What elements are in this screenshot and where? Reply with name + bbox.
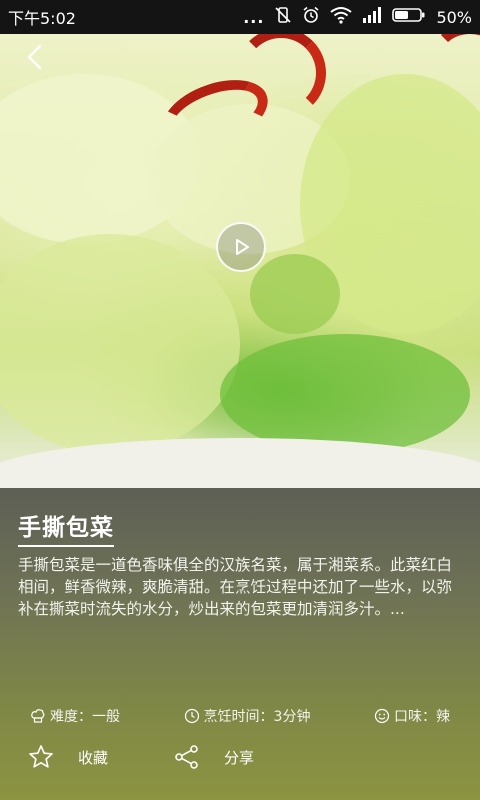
share-button[interactable]: 分享 xyxy=(174,744,254,770)
status-bar: 下午5:02 ... 50% xyxy=(0,0,480,34)
chef-hat-icon xyxy=(31,709,45,723)
taste-label: 口味：辣 xyxy=(393,709,450,725)
play-video-button[interactable] xyxy=(216,222,266,272)
cabbage-leaf xyxy=(220,334,470,454)
battery-icon xyxy=(392,7,426,27)
back-button[interactable] xyxy=(18,40,52,74)
clock-icon xyxy=(184,708,199,724)
back-chevron-icon xyxy=(27,44,42,70)
signal-icon xyxy=(362,7,382,27)
share-icon xyxy=(175,745,198,769)
cabbage-leaf xyxy=(250,254,340,334)
recipe-meta: 难度：一般 烹饪时间：3分钟 口味：辣 xyxy=(30,706,450,726)
recipe-info-panel: 手撕包菜 手撕包菜是一道色香味俱全的汉族名菜，属于湘菜系。此菜红白相间，鲜香微辣… xyxy=(0,488,480,800)
recipe-title: 手撕包菜 xyxy=(18,508,114,547)
notification-dots: ... xyxy=(243,7,265,27)
cook-time-label: 烹饪时间：3分钟 xyxy=(203,709,311,725)
wifi-icon xyxy=(330,6,353,28)
status-time: 下午5:02 xyxy=(8,9,76,28)
difficulty-info: 难度：一般 xyxy=(30,706,120,726)
cabbage-leaf xyxy=(0,234,240,454)
vibrate-off-icon xyxy=(274,6,292,28)
taste-info: 口味：辣 xyxy=(374,706,450,726)
recipe-description: 手撕包菜是一道色香味俱全的汉族名菜，属于湘菜系。此菜红白相间，鲜香微辣，爽脆清甜… xyxy=(18,556,453,618)
play-icon xyxy=(236,239,249,255)
alarm-icon xyxy=(302,6,320,28)
favorite-label: 收藏 xyxy=(78,748,109,767)
smiley-icon xyxy=(374,708,390,724)
recipe-hero-image xyxy=(0,34,480,488)
share-label: 分享 xyxy=(224,748,255,767)
battery-percent: 50% xyxy=(436,7,472,27)
difficulty-label: 难度：一般 xyxy=(50,709,120,725)
star-icon xyxy=(29,745,53,768)
action-bar: 收藏 分享 xyxy=(28,744,254,770)
favorite-button[interactable]: 收藏 xyxy=(28,744,108,770)
cook-time-info: 烹饪时间：3分钟 xyxy=(184,706,311,726)
status-icons: ... 50% xyxy=(243,6,480,28)
